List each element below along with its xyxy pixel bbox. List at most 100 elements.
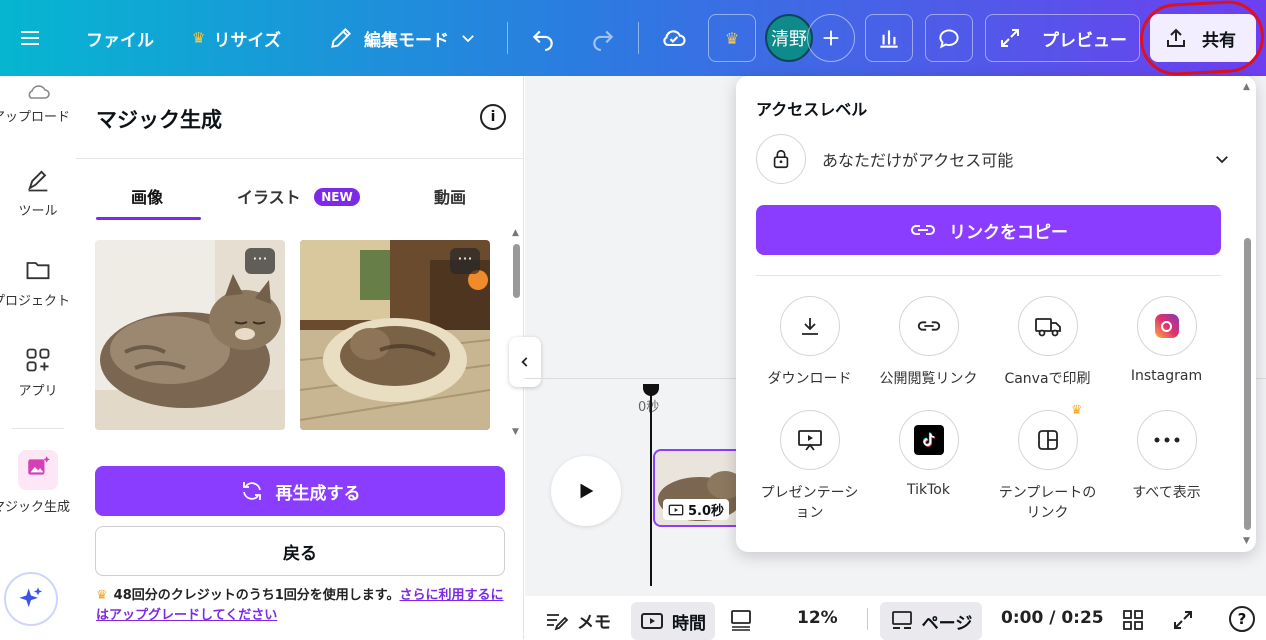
presentation-icon: [779, 410, 840, 470]
panel-scroll-up[interactable]: ▲: [512, 228, 519, 238]
share-option-instagram[interactable]: Instagram: [1107, 296, 1226, 384]
generated-image-2[interactable]: ···: [300, 240, 490, 430]
share-option-tiktok[interactable]: TikTok: [869, 410, 988, 498]
tab-label: イラスト: [237, 188, 301, 207]
regenerate-button[interactable]: 再生成する: [95, 466, 505, 516]
tiktok-icon: [898, 410, 959, 470]
notes-label: メモ: [577, 613, 611, 633]
resize-button[interactable]: ♛ リサイズ: [192, 14, 281, 62]
share-option-presentation[interactable]: プレゼンテーション: [750, 410, 869, 522]
video-icon: [668, 504, 684, 515]
share-option-label: テンプレートのリンク: [998, 485, 1097, 521]
image-options-button[interactable]: ···: [450, 248, 480, 274]
resize-label: リサイズ: [213, 30, 281, 51]
generated-image-1[interactable]: ···: [95, 240, 285, 430]
clip-duration: 5.0秒: [688, 504, 725, 519]
timeline-clip[interactable]: 5.0秒: [653, 449, 743, 527]
playhead[interactable]: [650, 388, 652, 586]
share-option-label: Canvaで印刷: [1004, 371, 1091, 387]
play-button[interactable]: [551, 456, 621, 526]
menu-button[interactable]: [18, 14, 42, 62]
download-icon: [779, 296, 840, 356]
sidebar-item-label: ツール: [18, 204, 58, 219]
comment-button[interactable]: [925, 14, 973, 62]
pages-button[interactable]: ページ: [880, 602, 982, 640]
plus-icon: [823, 30, 839, 46]
avatar-initials: 清野: [771, 29, 807, 50]
share-option-public-link[interactable]: 公開閲覧リンク: [869, 296, 988, 388]
tab-video[interactable]: 動画: [434, 184, 466, 208]
share-option-print[interactable]: Canvaで印刷: [988, 296, 1107, 388]
cloud-save-button[interactable]: [660, 14, 688, 62]
copy-link-label: リンクをコピー: [949, 222, 1068, 243]
icon-sidebar: アップロード ツール プロジェクト アプリ マジック生成: [0, 76, 76, 639]
chevron-down-icon: [1216, 156, 1228, 164]
undo-icon: [532, 30, 553, 51]
help-button[interactable]: ?: [1229, 606, 1255, 632]
share-option-label: 公開閲覧リンク: [879, 371, 978, 387]
sidebar-item-uploads[interactable]: アップロード: [0, 82, 76, 125]
tab-image[interactable]: 画像: [131, 184, 163, 208]
timeline-icon: [641, 613, 663, 629]
magic-image-icon: [18, 450, 58, 490]
tab-illustration[interactable]: イラスト NEW: [237, 184, 360, 208]
fullscreen-button[interactable]: [1171, 608, 1195, 632]
file-menu-button[interactable]: ファイル: [86, 14, 154, 62]
lock-icon: [756, 134, 806, 184]
timecode: 0:00 / 0:25: [1001, 608, 1104, 628]
info-button[interactable]: i: [480, 104, 506, 130]
crown-icon: ♛: [724, 28, 740, 48]
template-icon: ♛: [1017, 403, 1083, 470]
zoom-value: 12%: [797, 608, 838, 628]
layout-icon: [731, 610, 751, 631]
share-option-see-all[interactable]: すべて表示: [1107, 410, 1226, 502]
add-collaborator-button[interactable]: [807, 14, 855, 62]
timer-button[interactable]: 時間: [631, 602, 715, 640]
grid-view-toggle[interactable]: [729, 608, 753, 632]
access-level-select[interactable]: あなただけがアクセス可能: [756, 132, 1241, 186]
edit-mode-label: 編集モード: [364, 30, 449, 51]
hamburger-icon: [21, 31, 39, 45]
link-icon: [911, 225, 935, 235]
playhead-handle[interactable]: [643, 384, 659, 396]
sidebar-item-apps[interactable]: アプリ: [0, 346, 76, 399]
info-icon: i: [490, 109, 496, 125]
avatar[interactable]: 清野: [765, 14, 813, 62]
share-option-label: Instagram: [1130, 368, 1203, 384]
zoom-level[interactable]: 12%: [797, 608, 838, 628]
image-options-button[interactable]: ···: [245, 248, 275, 274]
share-scroll-down[interactable]: ▼: [1243, 536, 1250, 546]
redo-button[interactable]: [590, 14, 616, 62]
sidebar-item-projects[interactable]: プロジェクト: [0, 256, 76, 309]
notes-icon: [547, 613, 569, 630]
share-option-download[interactable]: ダウンロード: [750, 296, 869, 388]
share-option-label: プレゼンテーション: [760, 485, 859, 521]
notes-button[interactable]: メモ: [545, 608, 611, 633]
premium-button[interactable]: ♛: [708, 14, 756, 62]
share-option-label: すべて表示: [1132, 485, 1201, 501]
panel-scrollbar[interactable]: [513, 244, 520, 298]
panel-title: マジック生成: [96, 108, 222, 132]
share-scrollbar[interactable]: [1244, 238, 1251, 530]
cloud-upload-icon: [28, 85, 50, 99]
copy-link-button[interactable]: リンクをコピー: [756, 205, 1221, 255]
crown-icon: ♛: [1070, 403, 1083, 418]
sidebar-item-tools[interactable]: ツール: [0, 166, 76, 219]
share-scroll-up[interactable]: ▲: [1243, 82, 1250, 92]
collapse-panel-button[interactable]: [509, 337, 541, 387]
link-icon: [898, 296, 959, 356]
apps-icon: [26, 348, 50, 372]
preview-button[interactable]: プレビュー: [985, 14, 1140, 62]
sidebar-item-magic-media[interactable]: マジック生成: [0, 450, 76, 515]
play-icon: [580, 483, 594, 499]
share-dropdown: アクセスレベル あなただけがアクセス可能 リンクをコピー ダウンロード 公開閲覧…: [736, 76, 1256, 552]
insights-button[interactable]: [865, 14, 913, 62]
edit-mode-button[interactable]: 編集モード: [328, 14, 477, 62]
magic-assistant-button[interactable]: [4, 572, 58, 626]
panel-scroll-down[interactable]: ▼: [512, 427, 519, 437]
share-option-template-link[interactable]: ♛ テンプレートのリンク: [988, 403, 1107, 522]
fullscreen-icon: [1174, 611, 1192, 629]
undo-button[interactable]: [530, 14, 556, 62]
back-button[interactable]: 戻る: [95, 526, 505, 576]
grid-view-button[interactable]: [1121, 608, 1145, 632]
